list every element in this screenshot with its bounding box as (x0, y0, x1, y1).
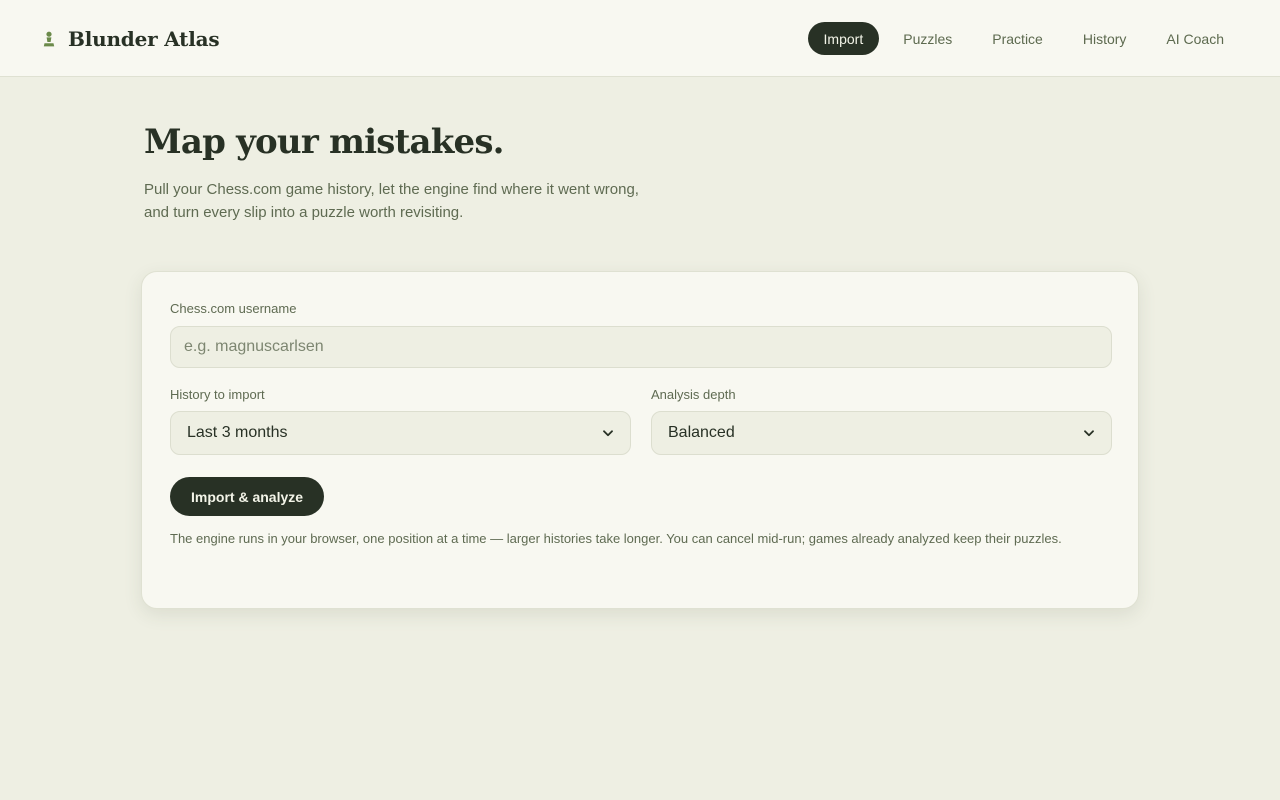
nav-history[interactable]: History (1067, 22, 1143, 55)
username-label: Chess.com username (170, 301, 297, 316)
engine-note: The engine runs in your browser, one pos… (170, 531, 1062, 546)
history-select[interactable]: Last 3 months (170, 411, 631, 455)
page-subtitle: Pull your Chess.com game history, let th… (144, 178, 704, 224)
import-card: Chess.com username History to import Las… (141, 271, 1139, 609)
depth-select-value: Balanced (668, 424, 735, 441)
import-analyze-button[interactable]: Import & analyze (170, 477, 325, 516)
pawn-icon (40, 24, 58, 54)
nav-ai-coach[interactable]: AI Coach (1150, 22, 1240, 55)
nav-practice[interactable]: Practice (976, 22, 1059, 55)
hero: Map your mistakes. Pull your Chess.com g… (144, 120, 844, 224)
app-name: Blunder Atlas (68, 27, 220, 51)
history-label: History to import (170, 387, 265, 402)
page-subtitle-line-2: and turn every slip into a puzzle worth … (144, 204, 464, 221)
nav-puzzles[interactable]: Puzzles (887, 22, 968, 55)
chevron-down-icon (1083, 427, 1095, 439)
history-select-value: Last 3 months (187, 424, 288, 441)
depth-select[interactable]: Balanced (651, 411, 1112, 455)
brand[interactable]: Blunder Atlas (40, 24, 220, 54)
nav-import[interactable]: Import (807, 22, 880, 55)
top-bar: Blunder Atlas Import Puzzles Practice Hi… (0, 0, 1280, 77)
main-nav: Import Puzzles Practice History AI Coach (807, 22, 1240, 55)
chevron-down-icon (602, 427, 614, 439)
username-input[interactable] (170, 326, 1112, 368)
page-subtitle-line-1: Pull your Chess.com game history, let th… (144, 181, 639, 198)
page-title: Map your mistakes. (144, 122, 505, 162)
depth-label: Analysis depth (651, 387, 736, 402)
